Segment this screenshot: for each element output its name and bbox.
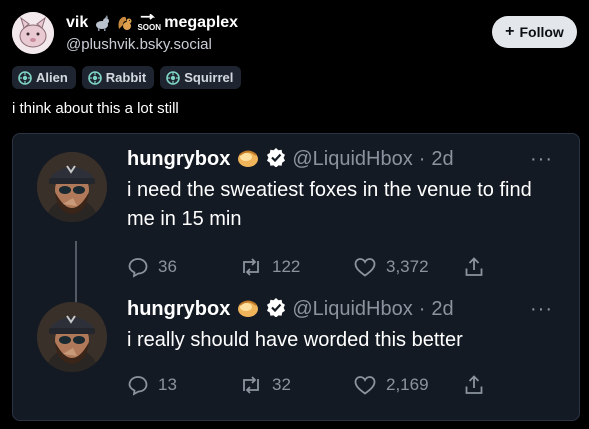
soon-arrow-icon: SOON <box>137 14 162 32</box>
separator-dot: · <box>418 147 426 170</box>
label-chip-text: Alien <box>36 70 68 85</box>
tweet-author-name: hungrybox <box>127 297 231 320</box>
retweet-count: 122 <box>272 257 301 276</box>
label-chip-rabbit[interactable]: Rabbit <box>81 66 155 89</box>
thread-connector-line <box>75 241 77 306</box>
goat-emoji-icon <box>93 14 111 32</box>
squirrel-emoji-icon <box>116 14 134 32</box>
tweet-author-handle: @LiquidHbox <box>292 297 413 320</box>
author-display-name[interactable]: vik <box>66 14 88 32</box>
tweet-author-handle: @LiquidHbox <box>292 147 413 170</box>
tweet-text: i need the sweatiest foxes in the venue … <box>127 179 532 230</box>
label-chips: Alien Rabbit Squirrel <box>12 66 242 89</box>
tweet-author-name: hungrybox <box>127 147 231 170</box>
label-chip-alien[interactable]: Alien <box>12 66 76 89</box>
peach-emoji-icon <box>236 296 260 323</box>
author-display-name-suffix[interactable]: megaplex <box>164 14 238 32</box>
like-count: 2,169 <box>386 375 429 394</box>
like-action: 3,372 <box>353 256 463 278</box>
tweet-actions: 36 122 3,372 <box>127 256 485 278</box>
retweet-action: 32 <box>239 374 353 396</box>
separator-dot: · <box>418 297 426 320</box>
label-chip-text: Rabbit <box>105 70 147 85</box>
plus-icon: + <box>505 23 515 40</box>
follow-button-label: Follow <box>519 24 564 40</box>
share-icon <box>463 256 485 278</box>
share-action <box>463 374 485 396</box>
label-chip-squirrel[interactable]: Squirrel <box>160 66 242 89</box>
tweet-actions: 13 32 2,169 <box>127 374 485 396</box>
share-action <box>463 256 485 278</box>
reply-count: 13 <box>158 375 177 394</box>
tweet-time: 2d <box>431 297 454 320</box>
soon-label: SOON <box>137 23 162 32</box>
tweet-author-avatar <box>37 302 107 372</box>
tweet-author-avatar <box>37 152 107 222</box>
reply-icon <box>127 374 149 396</box>
heart-icon <box>353 374 377 396</box>
follow-button[interactable]: + Follow <box>492 16 577 48</box>
labeler-badge-icon <box>87 70 102 85</box>
embedded-image[interactable]: hungrybox @LiquidHbox · 2d ··· i need th… <box>12 133 580 421</box>
reply-action: 13 <box>127 374 239 396</box>
peach-emoji-icon <box>236 146 260 173</box>
tweet-time: 2d <box>431 147 454 170</box>
retweet-icon <box>239 374 263 396</box>
retweet-count: 32 <box>272 375 291 394</box>
label-chip-text: Squirrel <box>184 70 234 85</box>
author-avatar[interactable] <box>12 12 54 54</box>
like-count: 3,372 <box>386 257 429 276</box>
reply-count: 36 <box>158 257 177 276</box>
verified-badge-icon <box>266 297 286 322</box>
author-handle[interactable]: @plushvik.bsky.social <box>66 36 212 53</box>
tweet-header: hungrybox @LiquidHbox · 2d <box>127 146 454 172</box>
tweet-text: i really should have worded this better <box>127 329 463 351</box>
more-options-icon: ··· <box>530 298 553 320</box>
like-action: 2,169 <box>353 374 463 396</box>
author-name-row[interactable]: vik SOON megaplex <box>66 12 238 34</box>
retweet-action: 122 <box>239 256 353 278</box>
more-options-icon: ··· <box>530 148 553 170</box>
share-icon <box>463 374 485 396</box>
verified-badge-icon <box>266 147 286 172</box>
reply-icon <box>127 256 149 278</box>
labeler-badge-icon <box>18 70 32 85</box>
labeler-badge-icon <box>166 70 181 85</box>
heart-icon <box>353 256 377 278</box>
post-text: i think about this a lot still <box>12 100 179 117</box>
retweet-icon <box>239 256 263 278</box>
reply-action: 36 <box>127 256 239 278</box>
tweet-header: hungrybox @LiquidHbox · 2d <box>127 296 454 322</box>
